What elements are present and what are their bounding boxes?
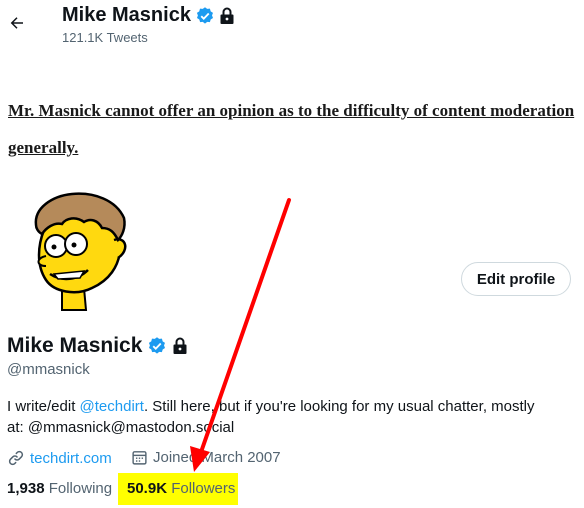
bio-line1-suffix: . Still here, but if you're looking for … <box>143 398 535 415</box>
back-button[interactable] <box>4 10 30 36</box>
profile-name-row: Mike Masnick <box>7 334 188 358</box>
bio-prefix: I write/edit <box>7 398 80 415</box>
avatar[interactable] <box>6 170 156 320</box>
lock-icon <box>173 337 187 354</box>
verified-badge-icon <box>196 6 213 24</box>
banner-text-line-1: Mr. Masnick cannot offer an opinion as t… <box>8 101 575 120</box>
verified-badge-icon <box>149 337 166 354</box>
tweet-count: 121.1K Tweets <box>62 30 148 45</box>
followers-label: Followers <box>171 480 236 497</box>
lock-icon <box>220 7 234 24</box>
followers-count: 50.9K <box>127 480 168 497</box>
calendar-icon <box>132 451 147 465</box>
following-link[interactable]: 1,938 Following <box>7 480 112 497</box>
profile-name: Mike Masnick <box>7 334 143 357</box>
link-icon <box>8 450 24 466</box>
edit-profile-button[interactable]: Edit profile <box>461 262 571 296</box>
website-link[interactable]: techdirt.com <box>30 450 112 467</box>
website-item[interactable]: techdirt.com <box>7 449 112 467</box>
profile-handle: @mmasnick <box>7 361 90 378</box>
back-arrow-icon <box>10 17 23 29</box>
joined-date: Joined March 2007 <box>153 449 281 466</box>
bio-mention-link[interactable]: @techdirt <box>80 398 144 415</box>
header-title: Mike Masnick <box>62 4 235 27</box>
bio-line2: at: @mmasnick@mastodon.social <box>7 419 235 436</box>
following-label: Following <box>48 480 113 497</box>
joined-item: Joined March 2007 <box>131 449 281 466</box>
profile-bio: I write/edit @techdirt. Still here, but … <box>7 396 577 438</box>
header-name: Mike Masnick <box>62 4 191 26</box>
banner-text-line-2: generally. <box>8 138 79 157</box>
following-count: 1,938 <box>7 480 45 497</box>
followers-link[interactable]: 50.9K Followers <box>127 480 235 497</box>
